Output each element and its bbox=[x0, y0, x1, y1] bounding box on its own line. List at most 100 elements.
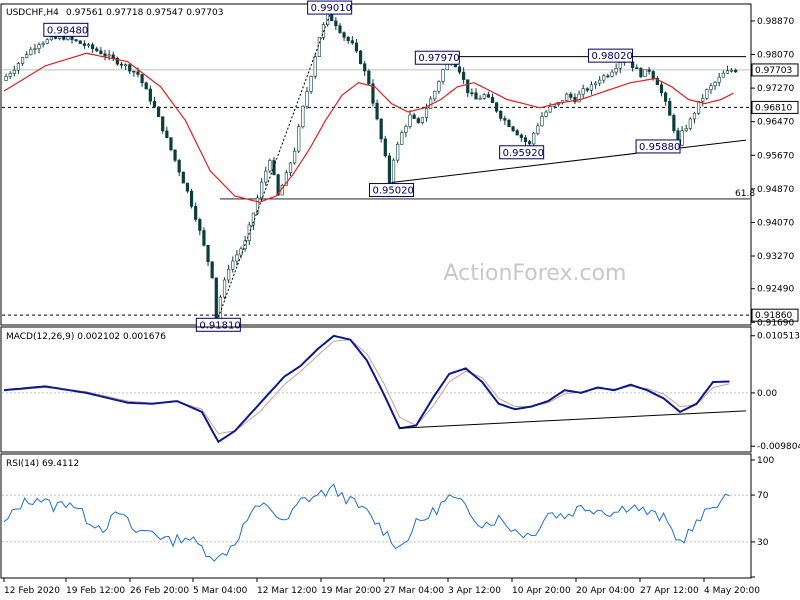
chart-ohlc: 0.97561 0.97718 0.97547 0.97703 bbox=[66, 8, 223, 18]
candle-body bbox=[358, 50, 363, 65]
candle-body bbox=[705, 89, 709, 99]
candle-body bbox=[86, 44, 91, 46]
rsi-axis-label: 100 bbox=[757, 456, 774, 466]
candle-body bbox=[189, 190, 194, 207]
time-axis-label: 27 Apr 12:00 bbox=[640, 586, 699, 596]
candle-body bbox=[214, 277, 218, 319]
candle-body bbox=[519, 134, 523, 138]
annotation-label: 0.98020 bbox=[591, 51, 632, 62]
time-axis-label: 19 Feb 12:00 bbox=[66, 586, 125, 596]
candle-body bbox=[305, 91, 309, 107]
candle-body bbox=[317, 37, 321, 57]
candle-body bbox=[668, 101, 672, 116]
macd-axis-label: 0.00 bbox=[757, 389, 777, 399]
candle-body bbox=[470, 92, 474, 95]
candle-body bbox=[391, 159, 396, 184]
forex-chart: ActionForex.com USDCHF,H4 0.97561 0.9771… bbox=[0, 0, 800, 600]
candle-body bbox=[367, 70, 371, 85]
candle-body bbox=[70, 36, 74, 40]
candle-body bbox=[400, 132, 404, 145]
candle-body bbox=[523, 137, 528, 142]
time-axis-label: 4 May 20:00 bbox=[704, 586, 760, 596]
candle-body bbox=[206, 244, 210, 263]
candle-body bbox=[598, 79, 602, 84]
candle-body bbox=[490, 96, 495, 104]
candle-body bbox=[692, 112, 697, 120]
candle-body bbox=[729, 69, 734, 72]
candle-body bbox=[412, 114, 416, 119]
candle-body bbox=[721, 73, 725, 78]
candle-body bbox=[58, 36, 62, 39]
candle-body bbox=[128, 64, 132, 72]
time-axis-label: 19 Mar 20:00 bbox=[321, 586, 381, 596]
candle-body bbox=[144, 82, 148, 90]
candle-body bbox=[387, 155, 392, 184]
candle-body bbox=[527, 141, 532, 145]
candle-body bbox=[383, 138, 387, 157]
candle-body bbox=[424, 108, 429, 118]
candle-body bbox=[338, 25, 342, 33]
candle-body bbox=[684, 128, 688, 131]
annotation-label: 0.97970 bbox=[418, 53, 459, 64]
candle-body bbox=[268, 160, 272, 172]
candle-body bbox=[664, 92, 668, 102]
candle-body bbox=[614, 68, 618, 73]
candle-body bbox=[577, 93, 581, 103]
candle-body bbox=[33, 48, 37, 50]
candle-body bbox=[177, 160, 181, 173]
candle-body bbox=[194, 206, 198, 220]
candle-body bbox=[62, 36, 66, 40]
candle-body bbox=[593, 82, 598, 86]
candle-body bbox=[132, 70, 136, 73]
candle-body bbox=[462, 71, 466, 80]
candle-body bbox=[717, 76, 721, 83]
candle-body bbox=[532, 132, 536, 145]
candle-body bbox=[651, 71, 655, 79]
candle-body bbox=[95, 48, 99, 52]
candle-body bbox=[433, 90, 437, 100]
candle-body bbox=[606, 75, 610, 78]
candle-body bbox=[91, 44, 95, 50]
price-level-label: 0.96810 bbox=[755, 103, 792, 113]
rsi-title: RSI(14) 69.4112 bbox=[6, 459, 79, 469]
candle-body bbox=[709, 85, 713, 91]
candle-body bbox=[499, 110, 503, 119]
price-axis-label: 0.93270 bbox=[757, 252, 794, 262]
chart-background bbox=[0, 0, 800, 600]
candle-body bbox=[25, 54, 29, 58]
candle-body bbox=[152, 100, 157, 108]
price-axis-label: 0.92490 bbox=[757, 285, 794, 295]
candle-body bbox=[342, 32, 346, 38]
time-axis-label: 20 Apr 04:00 bbox=[576, 586, 635, 596]
candle-body bbox=[631, 61, 635, 69]
candle-body bbox=[235, 254, 239, 262]
candle-body bbox=[29, 49, 33, 55]
candle-body bbox=[713, 82, 717, 87]
candle-body bbox=[202, 230, 206, 246]
candle-body bbox=[334, 20, 338, 27]
candle-body bbox=[511, 126, 515, 131]
candle-body bbox=[45, 39, 49, 44]
annotation-label: 0.91810 bbox=[199, 320, 240, 331]
candle-body bbox=[173, 149, 177, 161]
candle-body bbox=[218, 296, 223, 319]
candle-body bbox=[354, 42, 359, 52]
candle-body bbox=[49, 36, 54, 40]
candle-body bbox=[610, 71, 614, 77]
annotation-label: 0.95920 bbox=[503, 148, 544, 159]
candle-body bbox=[107, 54, 111, 57]
candle-body bbox=[536, 125, 540, 134]
candle-body bbox=[635, 67, 639, 70]
candle-body bbox=[78, 40, 82, 44]
candle-body bbox=[16, 63, 21, 71]
candle-body bbox=[569, 93, 573, 98]
candle-body bbox=[198, 219, 202, 231]
candle-body bbox=[264, 170, 268, 183]
candle-body bbox=[416, 118, 420, 123]
price-axis-label: 0.94070 bbox=[757, 218, 794, 228]
candle-body bbox=[66, 36, 70, 40]
candle-body bbox=[156, 106, 161, 117]
candle-body bbox=[99, 50, 103, 55]
candle-body bbox=[41, 42, 45, 45]
candle-body bbox=[643, 69, 647, 77]
